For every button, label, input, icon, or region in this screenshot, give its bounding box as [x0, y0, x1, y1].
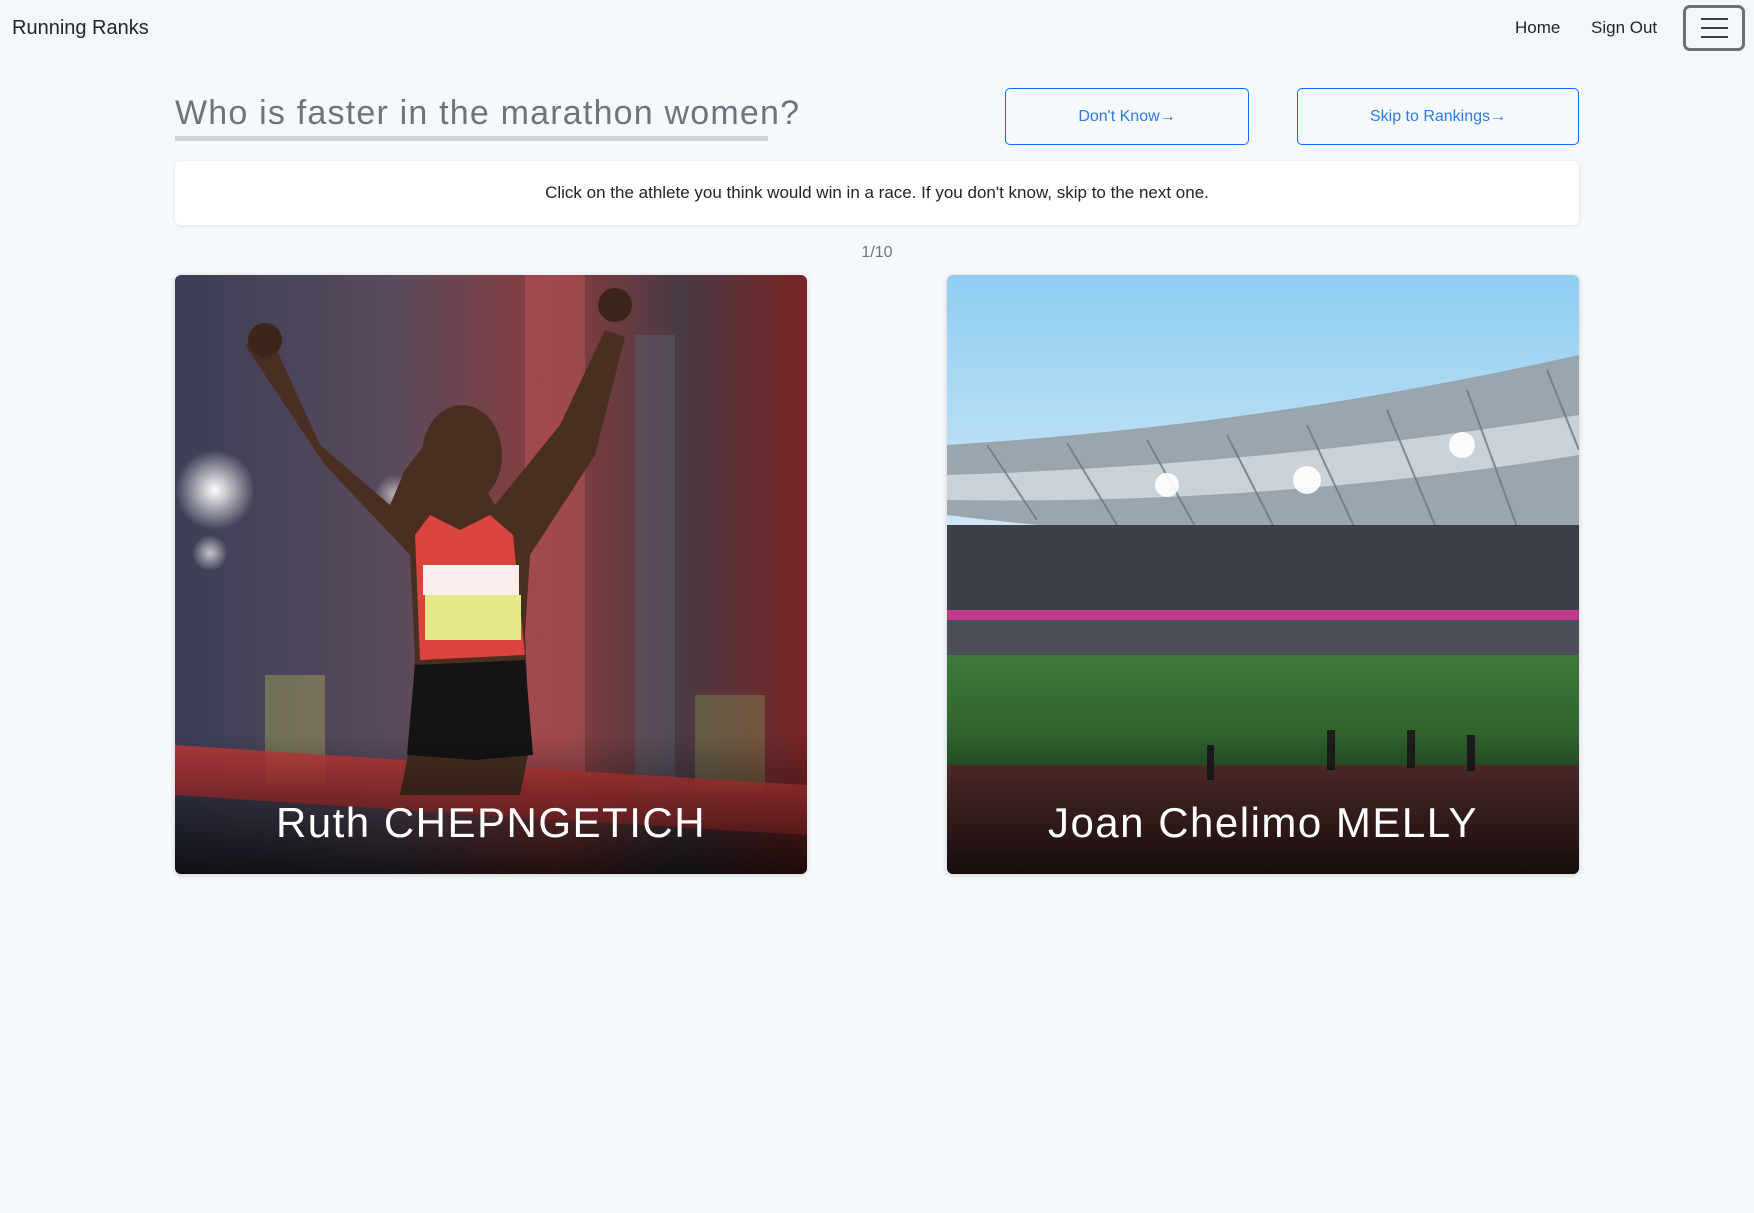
- nav-home-link[interactable]: Home: [1515, 18, 1560, 38]
- question-underline: [175, 136, 768, 141]
- skip-to-rankings-button[interactable]: Skip to Rankings→: [1297, 88, 1579, 145]
- hamburger-menu-icon: [1700, 18, 1728, 38]
- brand-link[interactable]: Running Ranks: [12, 16, 149, 40]
- athlete-name-2: Joan Chelimo MELLY: [1047, 799, 1479, 846]
- athlete-card-2[interactable]: Joan Chelimo MELLY: [947, 275, 1579, 874]
- instructions-text: Click on the athlete you think would win…: [545, 183, 1209, 202]
- question-heading: Who is faster in the marathon women?: [175, 94, 801, 132]
- dont-know-button[interactable]: Don't Know→: [1005, 88, 1249, 145]
- nav-sign-out-link[interactable]: Sign Out: [1591, 18, 1657, 38]
- instructions-card: Click on the athlete you think would win…: [175, 161, 1579, 225]
- progress-counter: 1/10: [861, 244, 893, 261]
- athlete-name-1: Ruth CHEPNGETICH: [275, 799, 707, 846]
- navbar: Running Ranks Home Sign Out: [0, 0, 1754, 56]
- athlete-card-1[interactable]: Ruth CHEPNGETICH: [175, 275, 807, 874]
- menu-toggle-button[interactable]: [1683, 5, 1745, 51]
